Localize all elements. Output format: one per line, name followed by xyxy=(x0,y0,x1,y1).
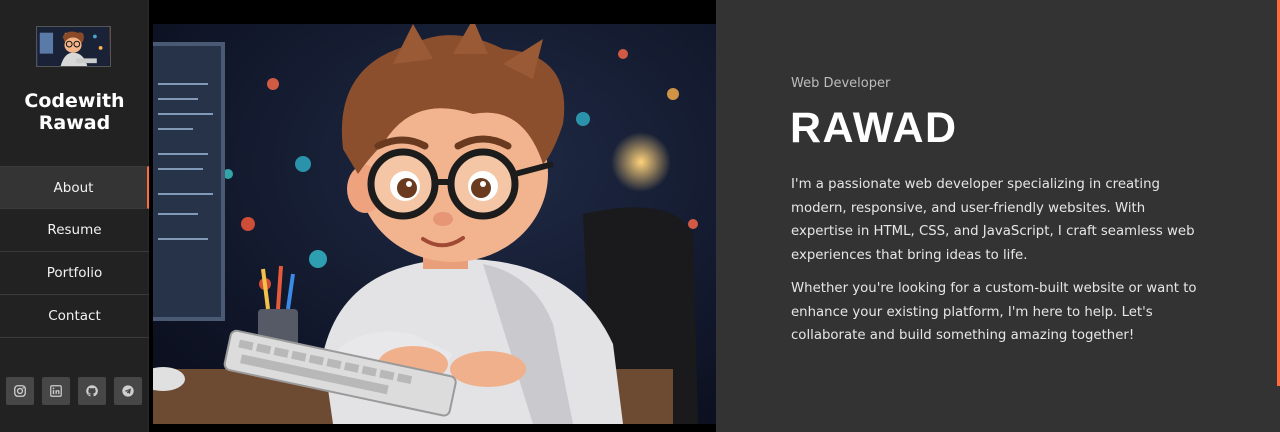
github-link[interactable] xyxy=(78,377,106,405)
linkedin-link[interactable] xyxy=(42,377,70,405)
about-paragraph-1: I'm a passionate web developer specializ… xyxy=(791,177,1195,263)
hero-name: RAWAD xyxy=(790,104,958,152)
telegram-icon xyxy=(122,385,134,397)
nav-item-contact[interactable]: Contact xyxy=(0,295,149,338)
main-nav: About Resume Portfolio Contact xyxy=(0,166,149,338)
social-links xyxy=(6,377,142,405)
about-paragraph-2: Whether you're looking for a custom-buil… xyxy=(791,281,1197,343)
about-section: Web Developer RAWAD I'm a passionate web… xyxy=(716,0,1280,432)
logo-avatar[interactable] xyxy=(36,26,111,67)
nav-item-portfolio[interactable]: Portfolio xyxy=(0,252,149,295)
sidebar: Codewith Rawad About Resume Portfolio Co… xyxy=(0,0,149,432)
linkedin-icon xyxy=(50,385,62,397)
instagram-link[interactable] xyxy=(6,377,34,405)
github-icon xyxy=(86,385,98,397)
nav-item-resume[interactable]: Resume xyxy=(0,209,149,252)
brand-name: Codewith Rawad xyxy=(24,90,125,134)
instagram-icon xyxy=(14,385,26,397)
developer-illustration xyxy=(153,24,716,424)
hero-image-panel xyxy=(149,0,716,432)
role-subtitle: Web Developer xyxy=(791,76,891,91)
nav-item-about[interactable]: About xyxy=(0,166,149,209)
telegram-link[interactable] xyxy=(114,377,142,405)
